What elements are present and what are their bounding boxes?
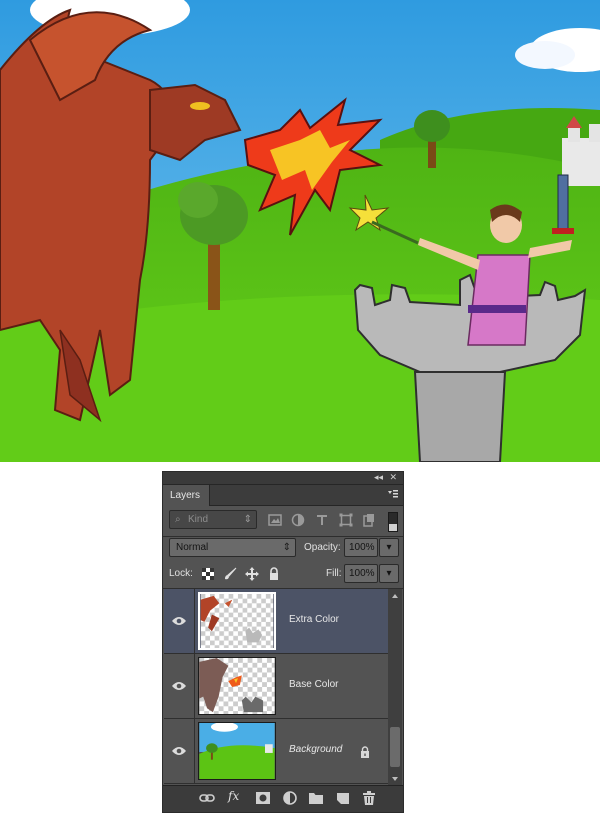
layer-name[interactable]: Base Color bbox=[289, 678, 338, 692]
opacity-value: 100% bbox=[349, 542, 375, 553]
opacity-input[interactable]: 100% bbox=[344, 538, 378, 557]
eye-icon bbox=[172, 617, 186, 625]
scroll-thumb[interactable] bbox=[390, 727, 400, 767]
layer-thumbnail bbox=[198, 722, 276, 780]
blend-row: Normal ⇕ Opacity: 100% ▾ bbox=[163, 534, 403, 562]
layers-footer: fx bbox=[163, 785, 403, 812]
filter-row: ⌕ Kind ⇕ bbox=[163, 506, 403, 536]
lock-icon bbox=[361, 746, 369, 758]
type-filter-icon[interactable] bbox=[315, 513, 329, 527]
filter-toggle-switch[interactable] bbox=[388, 512, 398, 532]
fill-dropdown-button[interactable]: ▾ bbox=[379, 564, 399, 583]
panel-title-bar[interactable]: ◂◂ ✕ bbox=[163, 472, 403, 485]
chevron-down-icon: ▾ bbox=[386, 568, 392, 579]
layer-row-background[interactable]: Background bbox=[164, 719, 389, 784]
lock-image-pixels-icon[interactable] bbox=[223, 567, 237, 581]
add-mask-icon[interactable] bbox=[255, 791, 271, 805]
updown-arrows-icon: ⇕ bbox=[282, 542, 291, 553]
smart-object-filter-icon[interactable] bbox=[362, 513, 376, 527]
layers-scrollbar[interactable] bbox=[388, 589, 402, 786]
visibility-toggle[interactable] bbox=[164, 719, 195, 783]
blend-mode-value: Normal bbox=[176, 542, 209, 553]
filter-kind-label: Kind bbox=[188, 514, 209, 525]
panel-menu-icon[interactable] bbox=[388, 490, 398, 499]
chevron-down-icon: ▾ bbox=[386, 542, 392, 553]
scroll-down-icon[interactable] bbox=[391, 776, 399, 782]
layer-row-extra-color[interactable]: Extra Color bbox=[164, 589, 389, 654]
adjustment-filter-icon[interactable] bbox=[291, 513, 305, 527]
pixel-layer-filter-icon[interactable] bbox=[268, 513, 282, 527]
eye-icon bbox=[172, 747, 186, 755]
trash-icon[interactable] bbox=[361, 791, 377, 805]
fill-input[interactable]: 100% bbox=[344, 564, 378, 583]
lock-all-icon[interactable] bbox=[267, 567, 281, 581]
lock-position-icon[interactable] bbox=[245, 567, 259, 581]
fill-label: Fill: bbox=[326, 568, 342, 579]
panel-tab-row: Layers bbox=[163, 485, 403, 506]
fx-icon[interactable]: fx bbox=[228, 789, 239, 803]
updown-arrows-icon: ⇕ bbox=[243, 514, 252, 525]
layer-name[interactable]: Background bbox=[289, 743, 342, 757]
layer-row-base-color[interactable]: Base Color bbox=[164, 654, 389, 719]
shape-filter-icon[interactable] bbox=[339, 513, 353, 527]
collapse-icon[interactable]: ◂◂ bbox=[374, 471, 383, 483]
close-icon[interactable]: ✕ bbox=[389, 471, 397, 483]
visibility-toggle[interactable] bbox=[164, 654, 195, 718]
eye-icon bbox=[172, 682, 186, 690]
lock-label: Lock: bbox=[169, 568, 193, 579]
blend-mode-select[interactable]: Normal ⇕ bbox=[169, 538, 296, 557]
opacity-dropdown-button[interactable]: ▾ bbox=[379, 538, 399, 557]
adjustment-layer-icon[interactable] bbox=[282, 791, 298, 805]
lock-row: Lock: Fill: 100% ▾ bbox=[163, 560, 403, 588]
layer-name[interactable]: Extra Color bbox=[289, 613, 339, 627]
new-layer-icon[interactable] bbox=[335, 791, 351, 805]
filter-kind-select[interactable]: ⌕ Kind ⇕ bbox=[169, 510, 257, 529]
scroll-up-icon[interactable] bbox=[391, 593, 399, 599]
opacity-label: Opacity: bbox=[304, 542, 341, 553]
search-icon: ⌕ bbox=[175, 514, 181, 525]
link-layers-icon[interactable] bbox=[199, 791, 215, 805]
layer-thumbnail bbox=[198, 657, 276, 715]
lock-transparent-pixels-icon[interactable] bbox=[201, 567, 215, 581]
layers-panel: ◂◂ ✕ Layers ⌕ Kind ⇕ Normal ⇕ Opacity: 1… bbox=[162, 471, 404, 813]
artwork-canvas bbox=[0, 0, 600, 462]
visibility-toggle[interactable] bbox=[164, 589, 195, 653]
fill-value: 100% bbox=[349, 568, 375, 579]
new-group-icon[interactable] bbox=[308, 791, 324, 805]
layer-thumbnail bbox=[198, 592, 276, 650]
tab-layers[interactable]: Layers bbox=[163, 485, 210, 506]
